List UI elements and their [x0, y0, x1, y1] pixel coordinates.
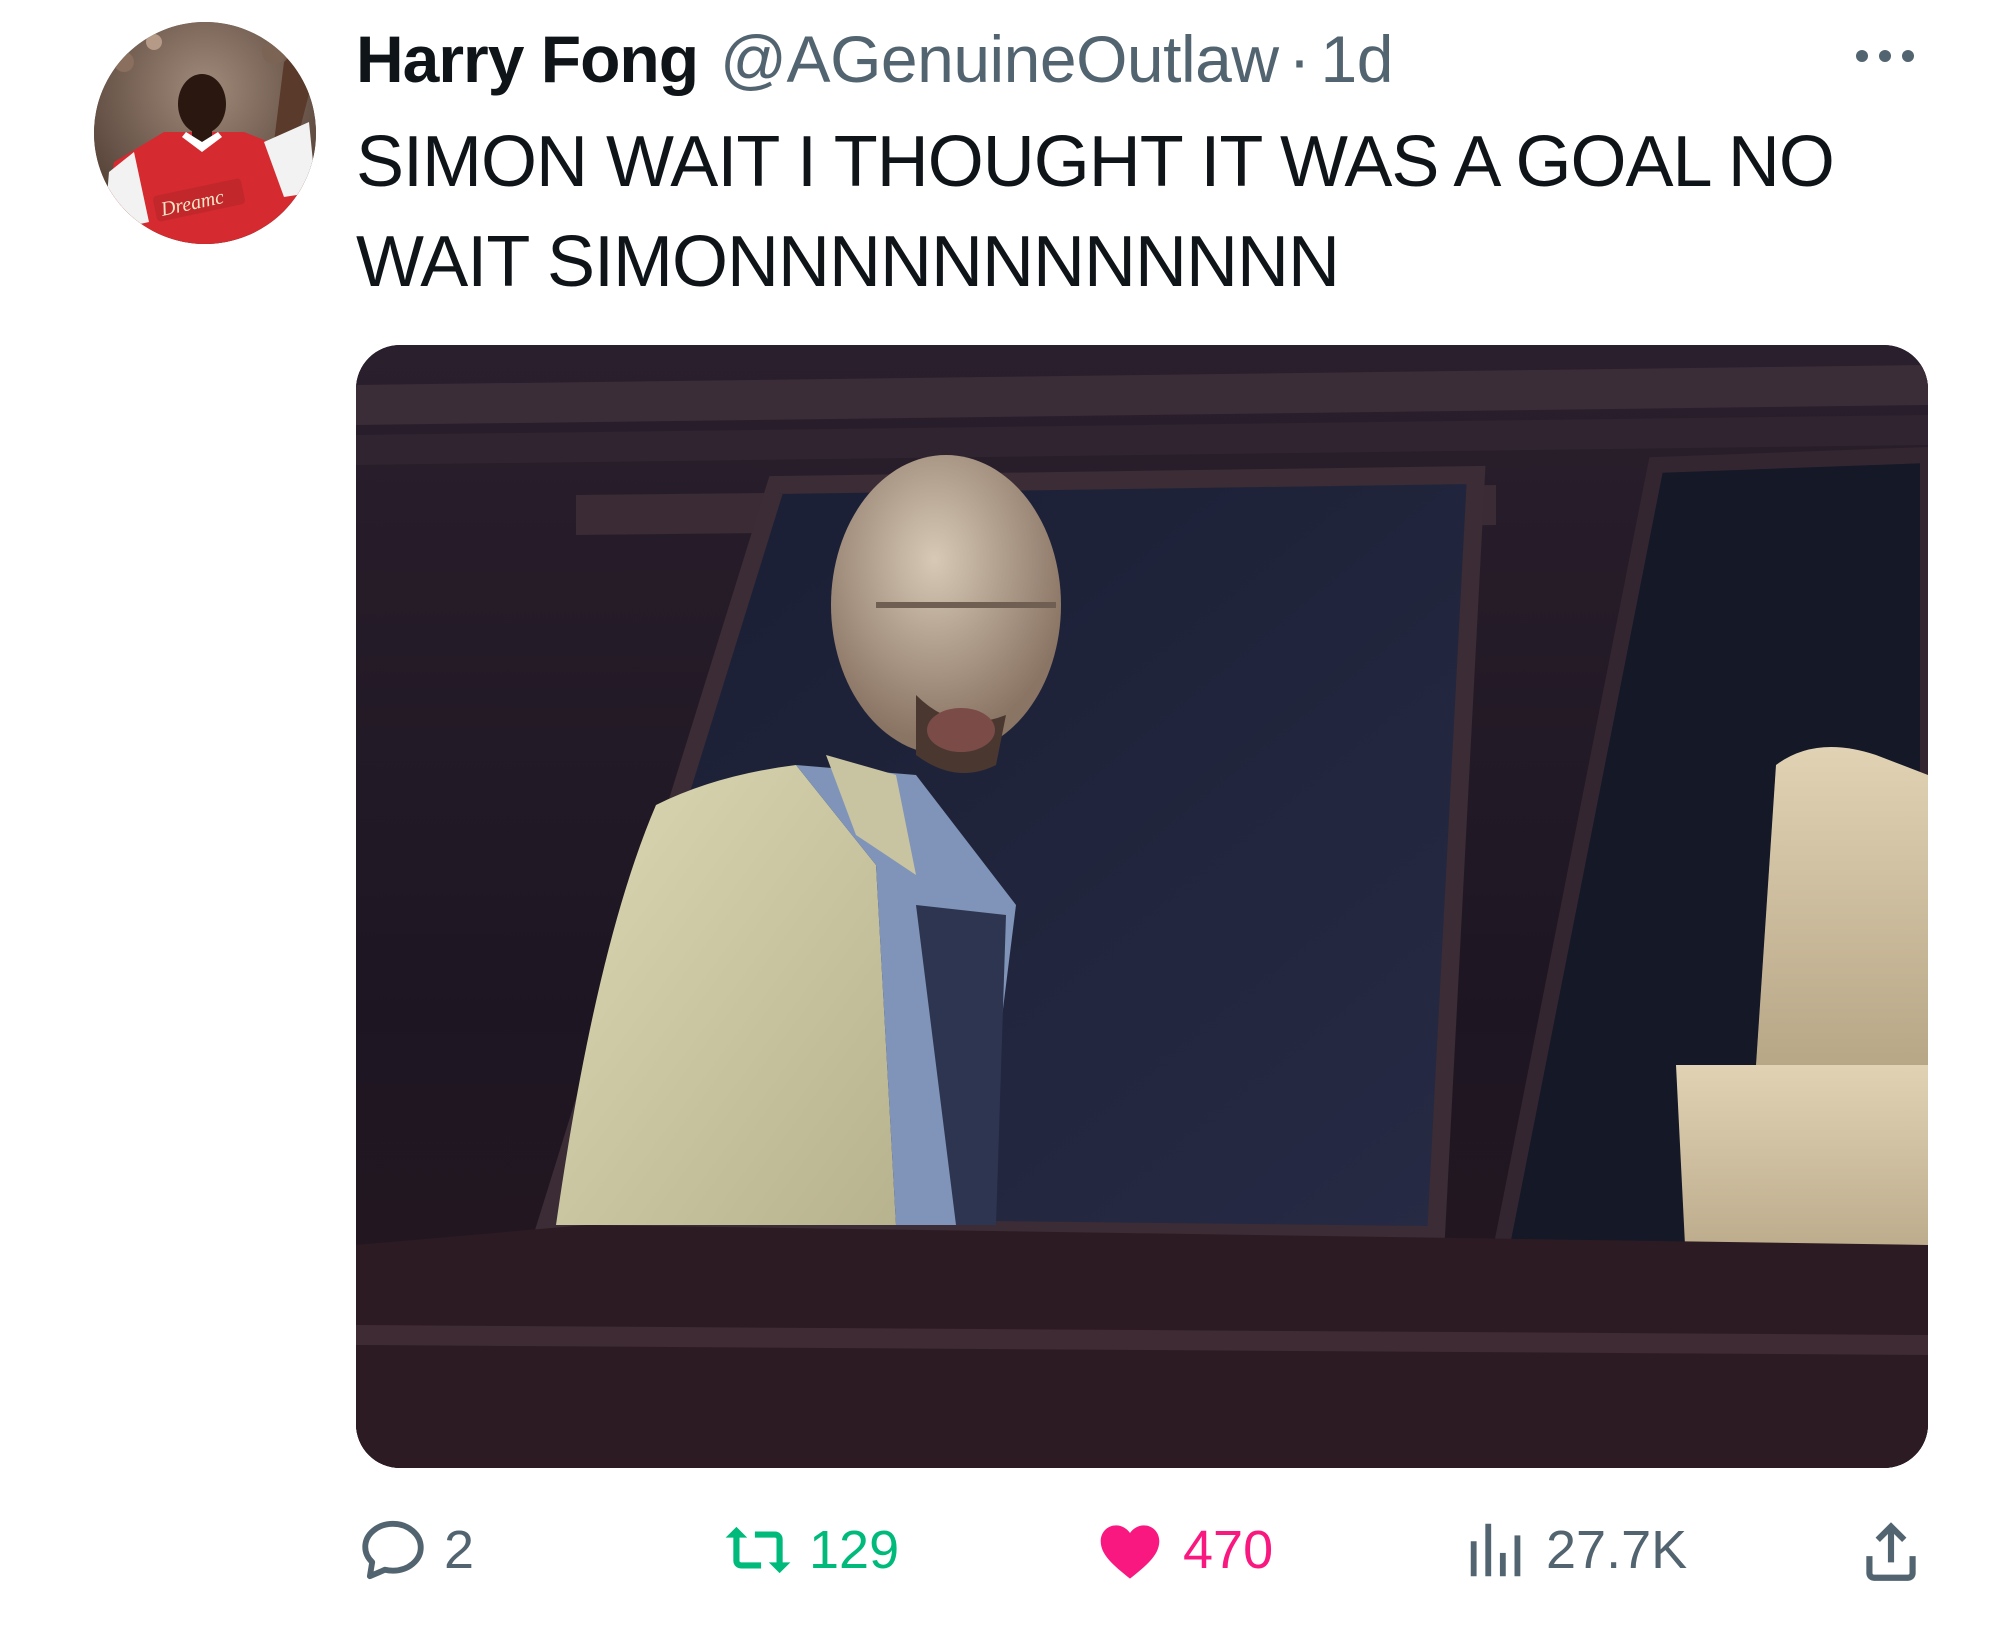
- tweet-header: Harry Fong @AGenuineOutlaw · 1d: [356, 14, 1393, 104]
- separator-dot: ·: [1288, 22, 1311, 96]
- reply-button[interactable]: 2: [356, 1510, 474, 1590]
- reply-icon: [362, 1520, 424, 1580]
- tweet-actions: 2 129 470 27.7K: [356, 1510, 1928, 1590]
- retweet-button[interactable]: 129: [721, 1510, 899, 1590]
- more-icon[interactable]: [1840, 36, 1930, 76]
- like-count: 470: [1183, 1520, 1274, 1580]
- reply-count: 2: [444, 1520, 475, 1580]
- views-count: 27.7K: [1546, 1520, 1688, 1580]
- tweet-text: SIMON WAIT I THOUGHT IT WAS A GOAL NO WA…: [356, 112, 1966, 312]
- user-handle[interactable]: @AGenuineOutlaw: [720, 26, 1279, 92]
- avatar[interactable]: Dreamc: [94, 22, 316, 244]
- retweet-icon: [725, 1526, 791, 1574]
- share-icon: [1866, 1522, 1916, 1581]
- views-icon: [1470, 1523, 1521, 1577]
- tweet-text-line: SIMON WAIT I THOUGHT IT WAS A GOAL NO: [356, 122, 1835, 202]
- heart-icon: [1100, 1525, 1160, 1579]
- display-name[interactable]: Harry Fong: [356, 26, 699, 92]
- views-button[interactable]: 27.7K: [1462, 1510, 1687, 1590]
- like-button[interactable]: 470: [1091, 1510, 1273, 1590]
- timestamp[interactable]: 1d: [1321, 26, 1394, 92]
- share-button[interactable]: [1854, 1510, 1928, 1590]
- retweet-count: 129: [809, 1520, 900, 1580]
- tweet-media-image[interactable]: [356, 345, 1928, 1468]
- avatar-image: Dreamc: [94, 22, 316, 244]
- tweet-text-line: WAIT SIMONNNNNNNNNNNN: [356, 222, 1340, 302]
